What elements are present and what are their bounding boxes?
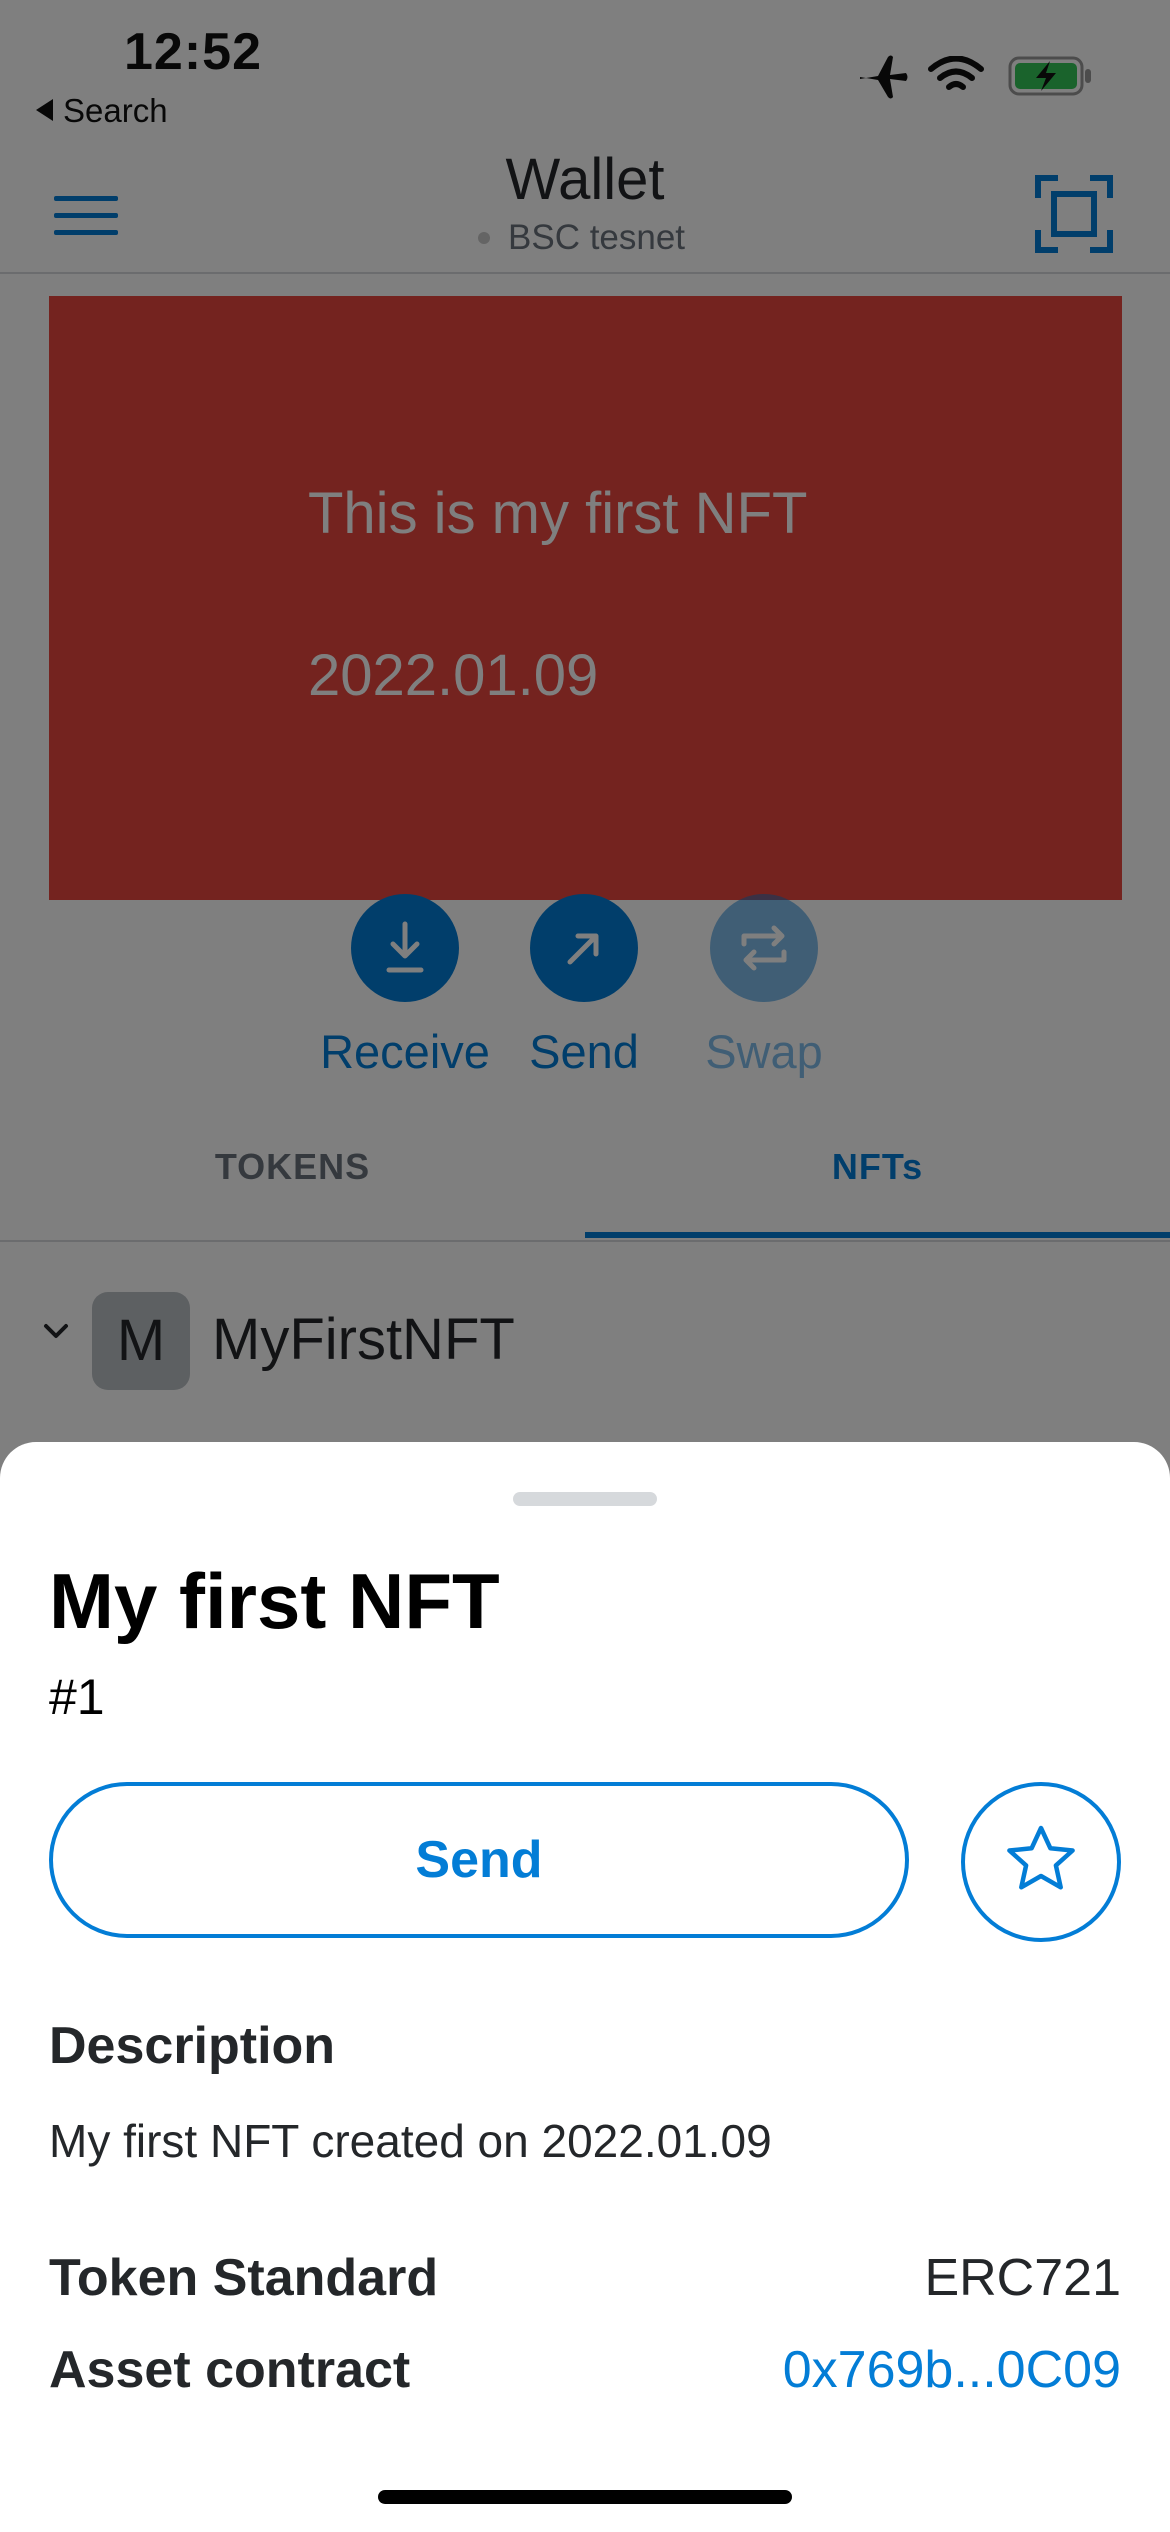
asset-contract-label: Asset contract bbox=[49, 2341, 411, 2399]
description-text: My first NFT created on 2022.01.09 bbox=[49, 2115, 772, 2167]
description-label: Description bbox=[49, 2017, 336, 2075]
star-icon bbox=[1007, 1825, 1075, 1890]
send-nft-button[interactable]: Send bbox=[49, 1782, 909, 1938]
nft-title: My first NFT bbox=[49, 1557, 500, 1645]
favorite-button[interactable] bbox=[961, 1782, 1121, 1942]
asset-contract-link[interactable]: 0x769b...0C09 bbox=[783, 2340, 1121, 2400]
nft-token-id: #1 bbox=[49, 1669, 105, 1725]
home-indicator[interactable] bbox=[378, 2490, 792, 2504]
token-standard-value: ERC721 bbox=[924, 2249, 1121, 2307]
token-standard-label: Token Standard bbox=[49, 2249, 439, 2307]
sheet-grabber-handle[interactable] bbox=[513, 1492, 657, 1506]
